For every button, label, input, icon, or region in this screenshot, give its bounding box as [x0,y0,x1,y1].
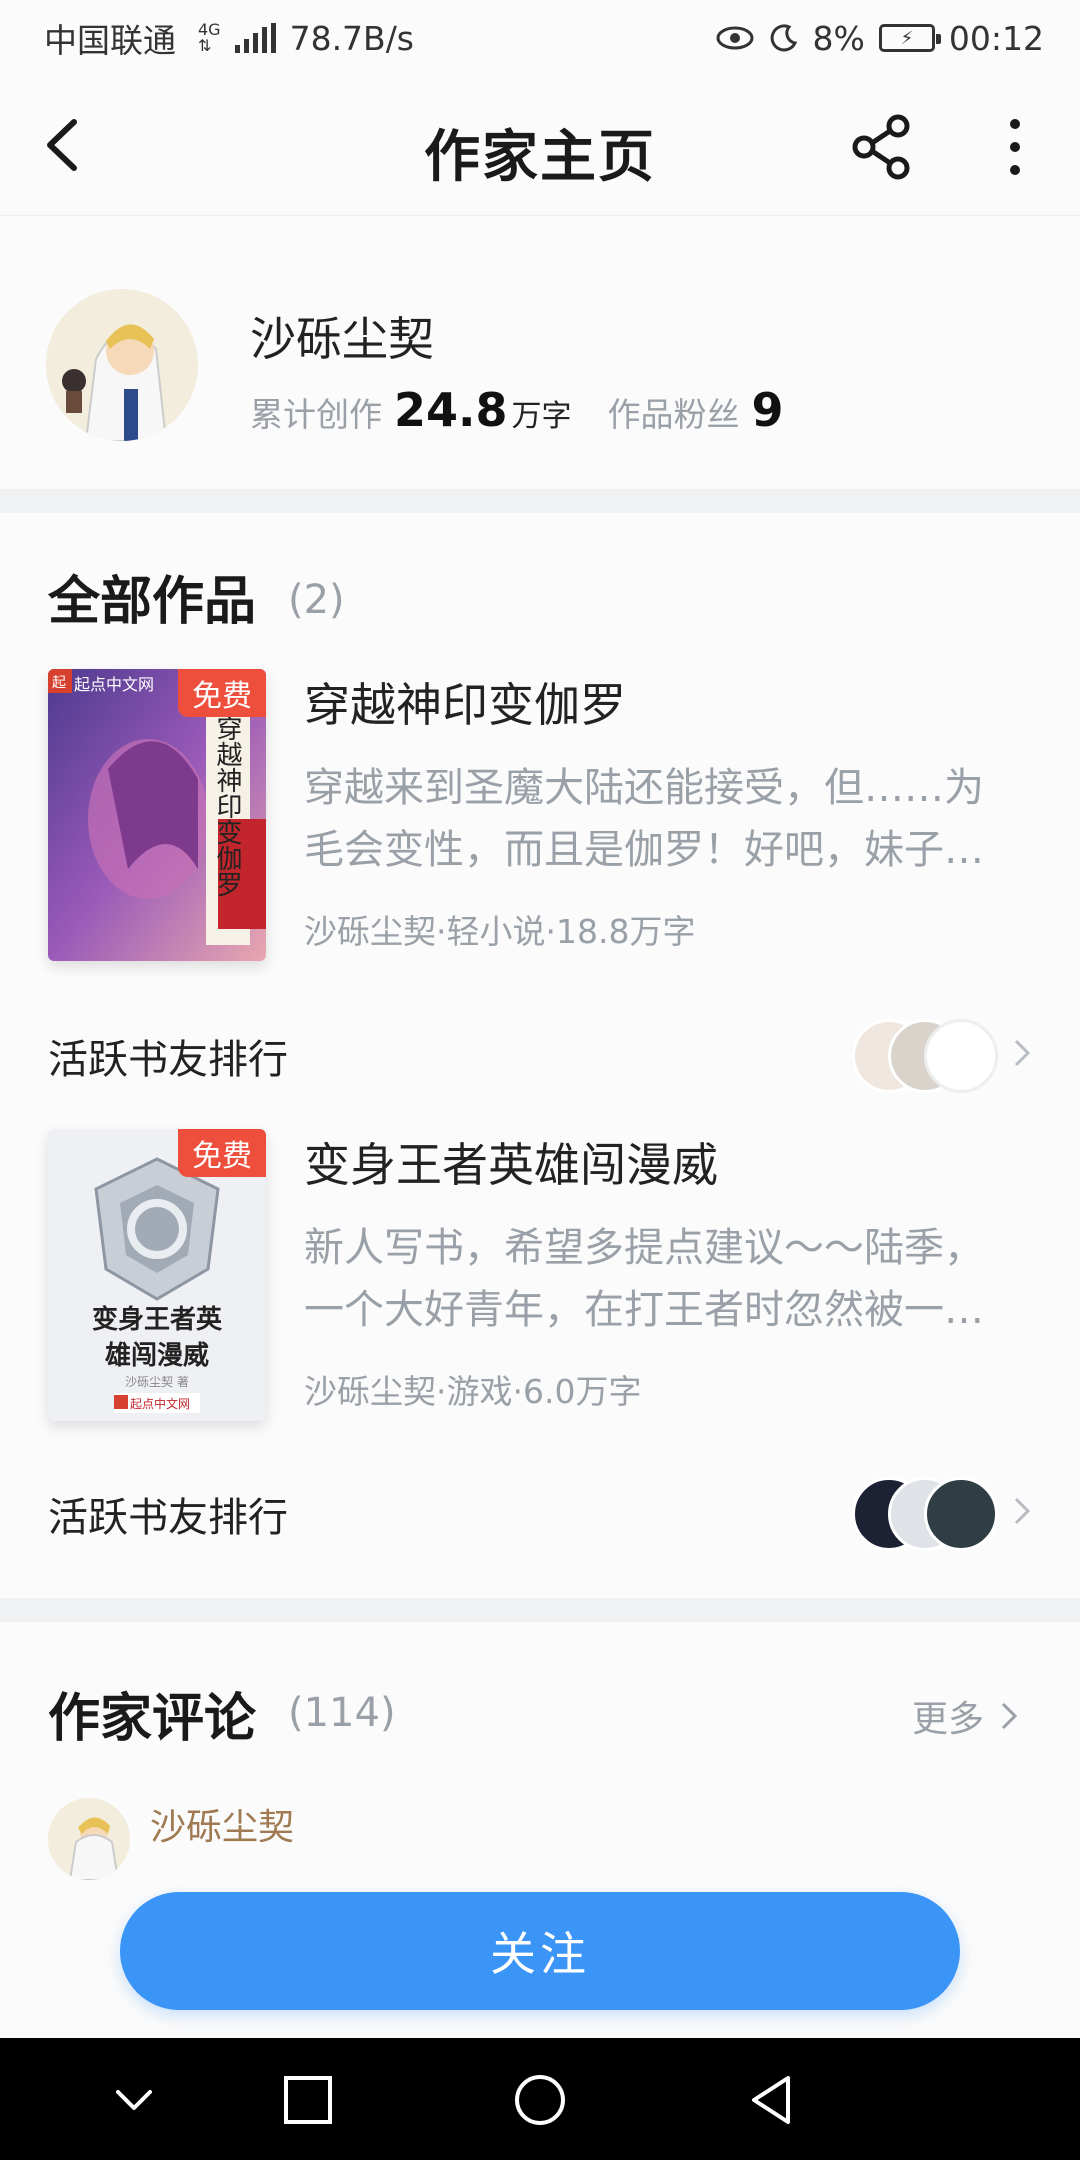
fan-avatars [852,1019,998,1093]
cover-author: 沙砾尘契 著 [125,1375,189,1389]
battery-charging-icon: ⚡ [878,24,941,52]
more-label: 更多 [912,1699,985,1740]
svg-text:起: 起 [52,675,66,691]
chevron-right-icon [1014,1039,1031,1067]
follow-button[interactable]: 关注 [120,1892,960,2010]
fans-label: 作品粉丝 [607,395,740,434]
book-cover: 起 起点中文网 穿越神印变伽罗 免费 [48,669,266,961]
free-badge: 免费 [178,1129,266,1177]
section-divider [0,1598,1080,1622]
fan-ranking-label: 活跃书友排行 [48,1495,288,1541]
system-nav-bar [0,2038,1080,2160]
works-count: (2) [288,577,345,623]
status-bar: 中国联通 4G ⇅ 78.7B/s 8% ⚡ 00:12 [0,0,1080,76]
recent-apps-icon[interactable] [276,2068,340,2132]
battery-percent: 8% [812,18,865,58]
book-title[interactable]: 变身王者英雄闯漫威 [304,1129,718,1195]
fan-avatar [924,1477,998,1551]
free-badge: 免费 [178,669,266,717]
chevron-right-icon [1014,1497,1031,1525]
fans-value: 9 [751,383,784,437]
section-divider [0,489,1080,513]
book-description: 新人写书，希望多提点建议～～陆季， 一个大好青年，在打王者时忽然被一… [304,1225,984,1333]
total-words-label: 累计创作 [250,395,382,434]
comments-section: 作家评论 (114) 更多 沙砾尘契 [0,1622,1080,1880]
book-meta: 沙砾尘契·游戏·6.0万字 [304,1372,642,1411]
fan-ranking-row[interactable]: 活跃书友排行 [0,1001,1080,1101]
works-section-title: 全部作品 [48,571,257,632]
commenter-avatar[interactable] [48,1798,130,1880]
cover-brand: 起点中文网 [130,1397,191,1411]
comments-count: (114) [288,1690,396,1736]
home-icon[interactable] [508,2068,572,2132]
commenter-name[interactable]: 沙砾尘契 [150,1798,294,1850]
author-stats: 累计创作 24.8 万字 作品粉丝 9 [250,383,788,437]
collapse-chevron-icon[interactable] [102,2068,166,2132]
book-item[interactable]: 起 起点中文网 穿越神印变伽罗 免费 穿越神印变伽罗 穿越来到圣魔大陆还能接受，… [0,669,1080,969]
chevron-right-icon [1001,1702,1018,1730]
fan-ranking-row[interactable]: 活跃书友排行 [0,1459,1080,1559]
back-triangle-icon[interactable] [740,2068,804,2132]
author-name: 沙砾尘契 [250,312,434,366]
fan-avatar [924,1019,998,1093]
network-speed: 78.7B/s [289,18,415,58]
more-options-icon[interactable] [990,112,1040,182]
book-item[interactable]: 变身王者英 雄闯漫威 沙砾尘契 著 起点中文网 免费 变身王者英雄闯漫威 新人写… [0,1129,1080,1429]
total-words-unit: 万字 [511,399,572,434]
top-nav-bar: 作家主页 [0,76,1080,216]
eye-comfort-icon [716,26,754,50]
network-type-icon: 4G ⇅ [198,20,221,55]
comments-section-title: 作家评论 [48,1688,257,1749]
fan-avatars [852,1477,998,1551]
fan-ranking-label: 活跃书友排行 [48,1037,288,1083]
carrier-label: 中国联通 [44,21,176,60]
clock: 00:12 [948,18,1044,58]
book-meta: 沙砾尘契·轻小说·18.8万字 [304,912,696,951]
cover-vertical-title: 穿越神印变伽罗 [212,715,242,897]
book-cover: 变身王者英 雄闯漫威 沙砾尘契 著 起点中文网 免费 [48,1129,266,1421]
page-title: 作家主页 [424,124,656,190]
book-title[interactable]: 穿越神印变伽罗 [304,669,626,735]
works-section: 全部作品 (2) 起 起点中文网 穿越神印变伽罗 免费 穿越神印变伽罗 穿越来到… [0,513,1080,1598]
total-words-value: 24.8 [394,383,508,437]
author-avatar[interactable] [46,289,198,441]
signal-icon [234,23,276,53]
book-description: 穿越来到圣魔大陆还能接受，但……为 毛会变性，而且是伽罗！好吧，妹子… [304,765,984,873]
cover-title-line1: 变身王者英 [91,1305,222,1335]
moon-icon [770,24,797,52]
cover-title-line2: 雄闯漫威 [104,1341,209,1371]
cover-brand: 起点中文网 [74,675,155,694]
author-profile: 沙砾尘契 累计创作 24.8 万字 作品粉丝 9 [0,217,1080,489]
share-icon[interactable] [848,112,918,182]
more-comments-link[interactable]: 更多 [912,1690,1020,1742]
